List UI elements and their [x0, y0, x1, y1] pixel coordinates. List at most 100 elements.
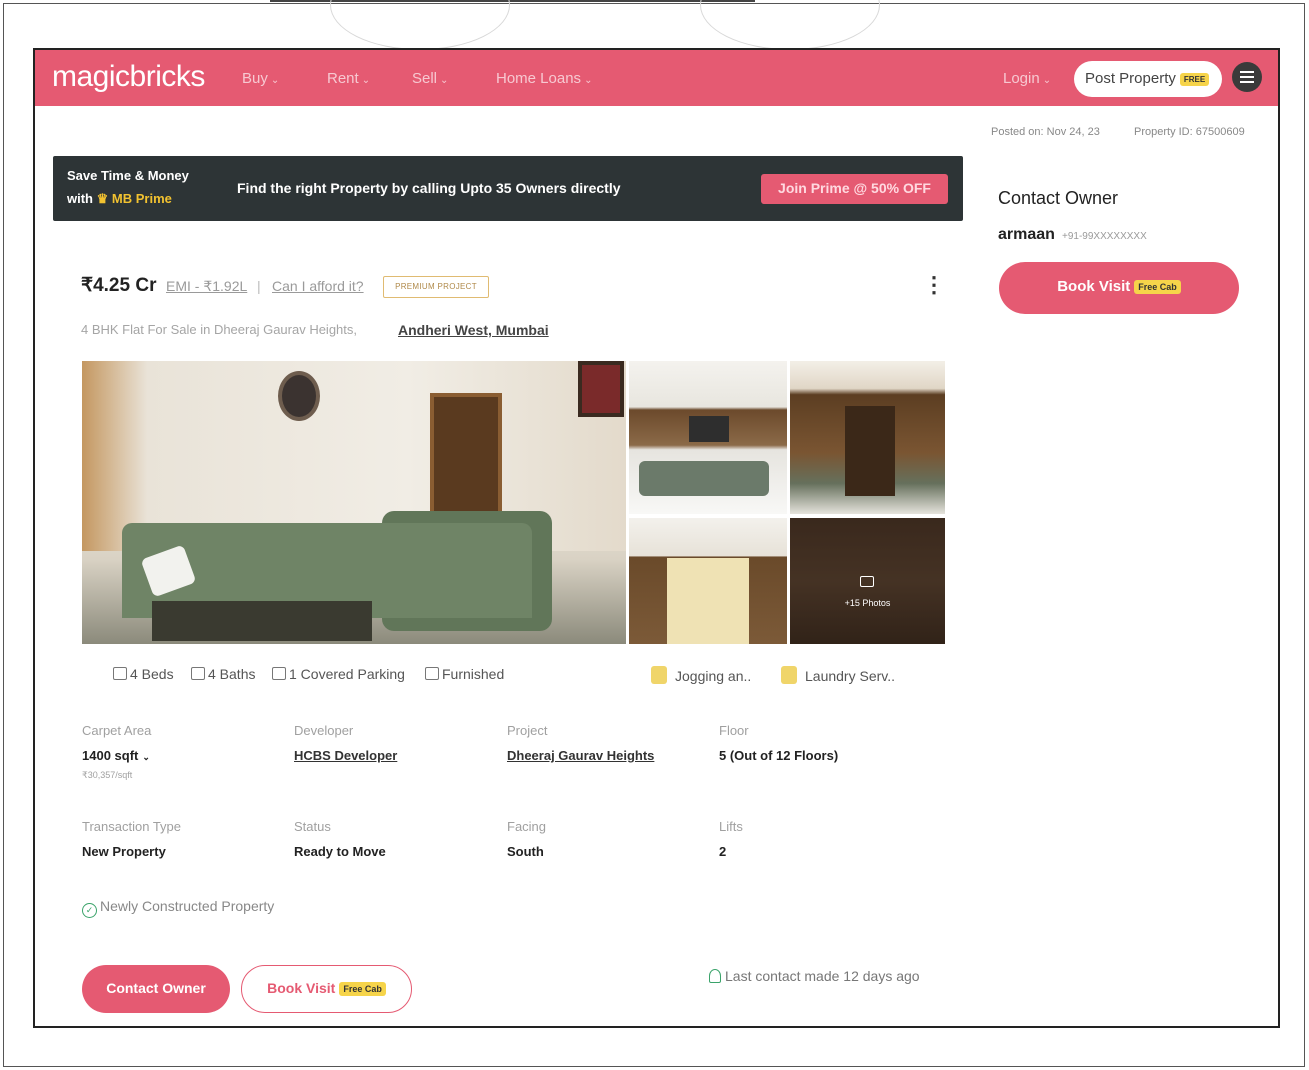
afford-link[interactable]: Can I afford it?: [272, 278, 364, 294]
photo-clock: [278, 371, 320, 421]
photo-hallway: [845, 406, 895, 496]
furnished-feature: Furnished: [425, 666, 504, 682]
furnished-label: Furnished: [442, 666, 505, 682]
last-contact-info: Last contact made 12 days ago: [709, 968, 920, 984]
bath-icon: [191, 667, 205, 680]
thumbnail-photo-1[interactable]: [629, 361, 787, 514]
property-price: ₹4.25 Cr: [81, 275, 157, 296]
camera-icon: [860, 576, 874, 587]
amenities-strip: 4 Beds 4 Baths 1 Covered Parking Furnish…: [99, 646, 945, 698]
photo-tv: [689, 416, 729, 442]
nav-home-loans-label: Home Loans: [496, 70, 582, 87]
thumbnail-photo-more[interactable]: +15 Photos: [790, 518, 945, 644]
photo-table: [152, 601, 372, 641]
baths-label: 4 Baths: [208, 666, 256, 682]
developer-link[interactable]: HCBS Developer: [294, 748, 397, 763]
emi-link[interactable]: EMI - ₹1.92L: [166, 278, 247, 295]
laundry-label: Laundry Serv..: [805, 668, 896, 684]
hamburger-menu-button[interactable]: [1232, 62, 1262, 92]
chevron-down-icon[interactable]: ⌄: [142, 752, 150, 762]
laundry-feature: Laundry Serv..: [781, 666, 895, 684]
floor-label: Floor: [719, 723, 749, 738]
transaction-type-value: New Property: [82, 844, 166, 859]
carpet-area-text: 1400 sqft: [82, 748, 139, 763]
jogging-label: Jogging an..: [675, 668, 752, 684]
free-badge: FREE: [1179, 72, 1210, 86]
laundry-icon: [781, 666, 797, 684]
photo-chairs: [639, 461, 769, 496]
parking-feature: 1 Covered Parking: [272, 666, 405, 682]
chevron-down-icon: ⌄: [361, 75, 371, 86]
book-visit-label: Book Visit: [267, 980, 336, 996]
login-label: Login: [1003, 70, 1040, 87]
login-menu[interactable]: Login ⌄: [1003, 70, 1051, 87]
baths-feature: 4 Baths: [191, 666, 255, 682]
nav-rent[interactable]: Rent ⌄: [327, 70, 370, 87]
project-link[interactable]: Dheeraj Gaurav Heights: [507, 748, 654, 763]
posted-date: Posted on: Nov 24, 23: [991, 126, 1100, 138]
chevron-down-icon: ⌄: [584, 75, 593, 86]
nav-sell-label: Sell: [412, 70, 438, 87]
free-cab-badge: Free Cab: [1134, 280, 1181, 295]
crown-icon: ♛: [96, 191, 109, 206]
location-link[interactable]: Andheri West, Mumbai: [398, 322, 549, 338]
chevron-down-icon: ⌄: [440, 75, 449, 86]
nav-sell[interactable]: Sell ⌄: [412, 70, 448, 87]
nav-home-loans[interactable]: Home Loans ⌄: [496, 70, 592, 87]
car-icon: [272, 667, 286, 680]
nav-buy-label: Buy: [242, 70, 268, 87]
menu-icon-bar: [1240, 81, 1254, 83]
menu-icon-bar: [1240, 71, 1254, 73]
post-property-label: Post Property: [1085, 70, 1176, 87]
prime-message: Find the right Property by calling Upto …: [237, 180, 621, 196]
facing-label: Facing: [507, 819, 547, 834]
developer-label: Developer: [294, 723, 354, 738]
lifts-value: 2: [719, 844, 727, 859]
separator: |: [257, 278, 261, 294]
photo-frame: [578, 361, 624, 417]
carpet-area-label: Carpet Area: [82, 723, 152, 738]
listing-page: magicbricks Buy ⌄ Rent ⌄ Sell ⌄ Home Loans ⌄…: [33, 48, 1280, 1028]
person-icon: [709, 969, 721, 983]
post-property-button[interactable]: Post Property FREE: [1074, 61, 1222, 97]
book-visit-button[interactable]: Book Visit Free Cab: [241, 965, 412, 1013]
nav-buy[interactable]: Buy ⌄: [242, 70, 279, 87]
newly-constructed-tag: ✓ Newly Constructed Property: [82, 898, 274, 918]
property-subtitle: 4 BHK Flat For Sale in Dheeraj Gaurav He…: [81, 322, 358, 337]
prime-brand-label: MB Prime: [111, 191, 172, 206]
prime-tagline: Save Time & Money: [67, 168, 189, 183]
main-property-photo[interactable]: [82, 361, 626, 644]
transaction-type-label: Transaction Type: [82, 819, 181, 834]
sidebar-book-visit-button[interactable]: Book Visit Free Cab: [999, 262, 1239, 314]
book-visit-label: Book Visit: [1057, 278, 1131, 295]
parking-label: 1 Covered Parking: [289, 666, 405, 682]
project-label: Project: [507, 723, 548, 738]
beds-label: 4 Beds: [130, 666, 174, 682]
chevron-down-icon: ⌄: [1042, 75, 1052, 86]
beds-feature: 4 Beds: [113, 666, 174, 682]
prime-brand-line: with ♛ MB Prime: [67, 191, 172, 207]
last-contact-label: Last contact made 12 days ago: [725, 968, 920, 984]
property-id: Property ID: 67500609: [1134, 126, 1245, 138]
chevron-down-icon: ⌄: [270, 75, 280, 86]
facing-value: South: [507, 844, 544, 859]
wardrobe-icon: [425, 667, 439, 680]
contact-owner-button[interactable]: Contact Owner: [82, 965, 230, 1013]
top-navbar: magicbricks Buy ⌄ Rent ⌄ Sell ⌄ Home Loans ⌄…: [35, 50, 1278, 106]
thumbnail-photo-2[interactable]: [790, 361, 945, 514]
jogging-feature: Jogging an..: [651, 666, 751, 684]
owner-name: armaan: [998, 226, 1055, 243]
more-options-icon[interactable]: ⋮: [923, 274, 945, 296]
prime-with-label: with: [67, 191, 93, 206]
photos-count: +15 Photos: [844, 598, 891, 608]
join-prime-button[interactable]: Join Prime @ 50% OFF: [761, 174, 948, 204]
status-value: Ready to Move: [294, 844, 386, 859]
lifts-label: Lifts: [719, 819, 743, 834]
site-logo[interactable]: magicbricks: [52, 60, 205, 94]
thumbnail-photo-3[interactable]: [629, 518, 787, 644]
check-circle-icon: ✓: [82, 903, 97, 918]
free-cab-badge: Free Cab: [339, 982, 386, 997]
floor-value: 5 (Out of 12 Floors): [719, 748, 839, 763]
carpet-area-value: 1400 sqft ⌄: [82, 748, 150, 763]
price-per-sqft: ₹30,357/sqft: [82, 770, 133, 780]
